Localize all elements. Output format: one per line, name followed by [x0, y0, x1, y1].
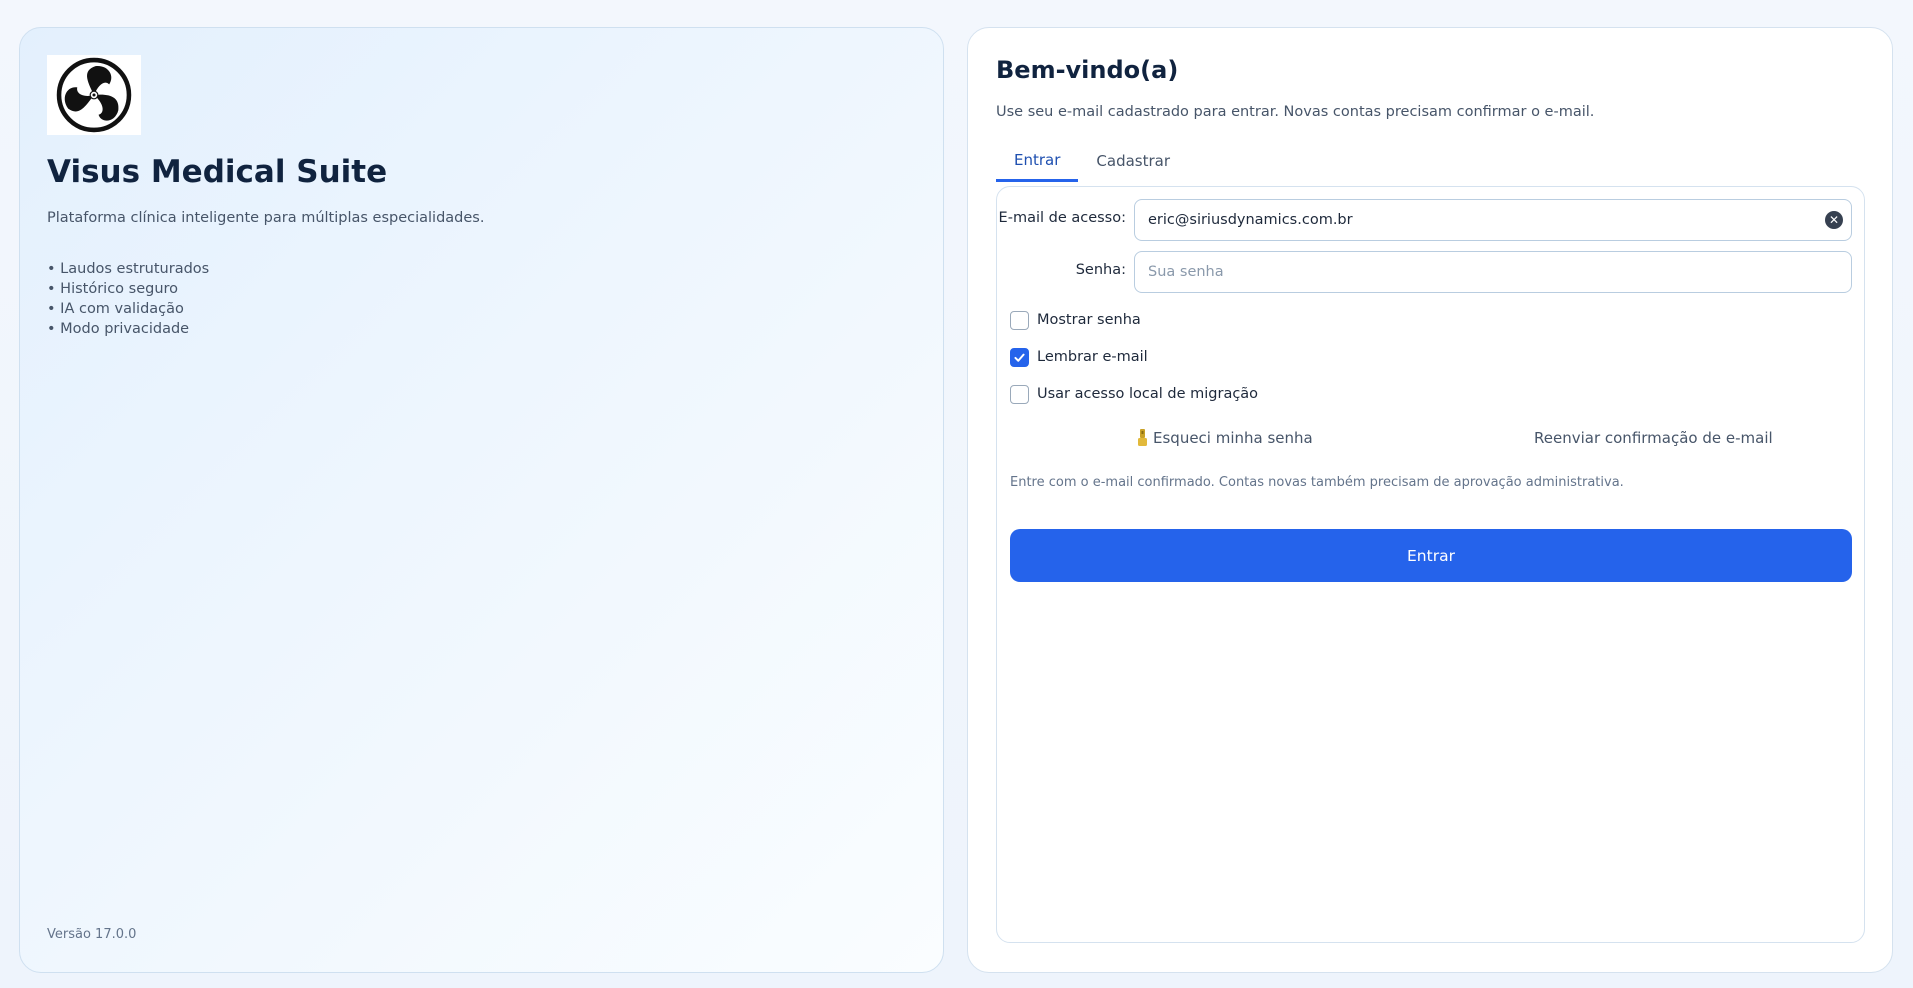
- remember-email-label: Lembrar e-mail: [1037, 349, 1148, 365]
- tab-entrar[interactable]: Entrar: [996, 140, 1079, 182]
- app-logo: [47, 55, 141, 135]
- resend-confirmation-link[interactable]: Reenviar confirmação de e-mail: [1534, 429, 1773, 447]
- feature-list: • Laudos estruturados • Histórico seguro…: [47, 259, 209, 339]
- checkmark-icon: [1014, 353, 1025, 362]
- password-label: Senha:: [1075, 262, 1126, 278]
- email-label: E-mail de acesso:: [998, 210, 1126, 226]
- welcome-heading: Bem-vindo(a): [996, 56, 1179, 84]
- forgot-password-label: Esqueci minha senha: [1153, 429, 1313, 447]
- auth-tabs: Entrar Cadastrar: [996, 140, 1188, 182]
- password-row: Senha:: [997, 251, 1866, 293]
- login-page: Visus Medical Suite Plataforma clínica i…: [0, 0, 1913, 988]
- tab-cadastrar[interactable]: Cadastrar: [1078, 140, 1188, 182]
- welcome-subheading: Use seu e-mail cadastrado para entrar. N…: [996, 104, 1595, 120]
- remember-email-option[interactable]: Lembrar e-mail: [1010, 346, 1148, 368]
- email-field[interactable]: [1134, 199, 1852, 241]
- brand-panel: Visus Medical Suite Plataforma clínica i…: [19, 27, 944, 973]
- password-field[interactable]: [1134, 251, 1852, 293]
- app-title: Visus Medical Suite: [47, 154, 388, 190]
- login-note: Entre com o e-mail confirmado. Contas no…: [1010, 475, 1624, 490]
- login-button[interactable]: Entrar: [1010, 529, 1852, 582]
- version-label: Versão 17.0.0: [47, 927, 137, 942]
- feature-item: • Histórico seguro: [47, 281, 179, 297]
- email-row: E-mail de acesso: ✕: [997, 199, 1866, 241]
- app-subtitle: Plataforma clínica inteligente para múlt…: [47, 210, 485, 226]
- show-password-option[interactable]: Mostrar senha: [1010, 309, 1141, 331]
- local-migration-checkbox[interactable]: [1010, 384, 1029, 404]
- feature-item: • IA com validação: [47, 301, 184, 317]
- local-migration-option[interactable]: Usar acesso local de migração: [1010, 383, 1258, 405]
- login-form: E-mail de acesso: ✕ Senha: Mostrar senha: [996, 186, 1865, 943]
- close-icon: ✕: [1828, 213, 1840, 227]
- login-panel: Bem-vindo(a) Use seu e-mail cadastrado p…: [967, 27, 1893, 973]
- key-icon: [1138, 429, 1147, 446]
- feature-item: • Laudos estruturados: [47, 261, 210, 277]
- resend-confirmation-label: Reenviar confirmação de e-mail: [1534, 429, 1773, 447]
- local-migration-label: Usar acesso local de migração: [1037, 386, 1259, 402]
- remember-email-checkbox[interactable]: [1010, 347, 1029, 367]
- feature-item: • Modo privacidade: [47, 321, 190, 337]
- clear-email-button[interactable]: ✕: [1825, 211, 1843, 229]
- show-password-checkbox[interactable]: [1010, 310, 1029, 330]
- forgot-password-link[interactable]: Esqueci minha senha: [1135, 429, 1313, 447]
- triskelion-logo-icon: [56, 57, 132, 133]
- show-password-label: Mostrar senha: [1037, 312, 1141, 328]
